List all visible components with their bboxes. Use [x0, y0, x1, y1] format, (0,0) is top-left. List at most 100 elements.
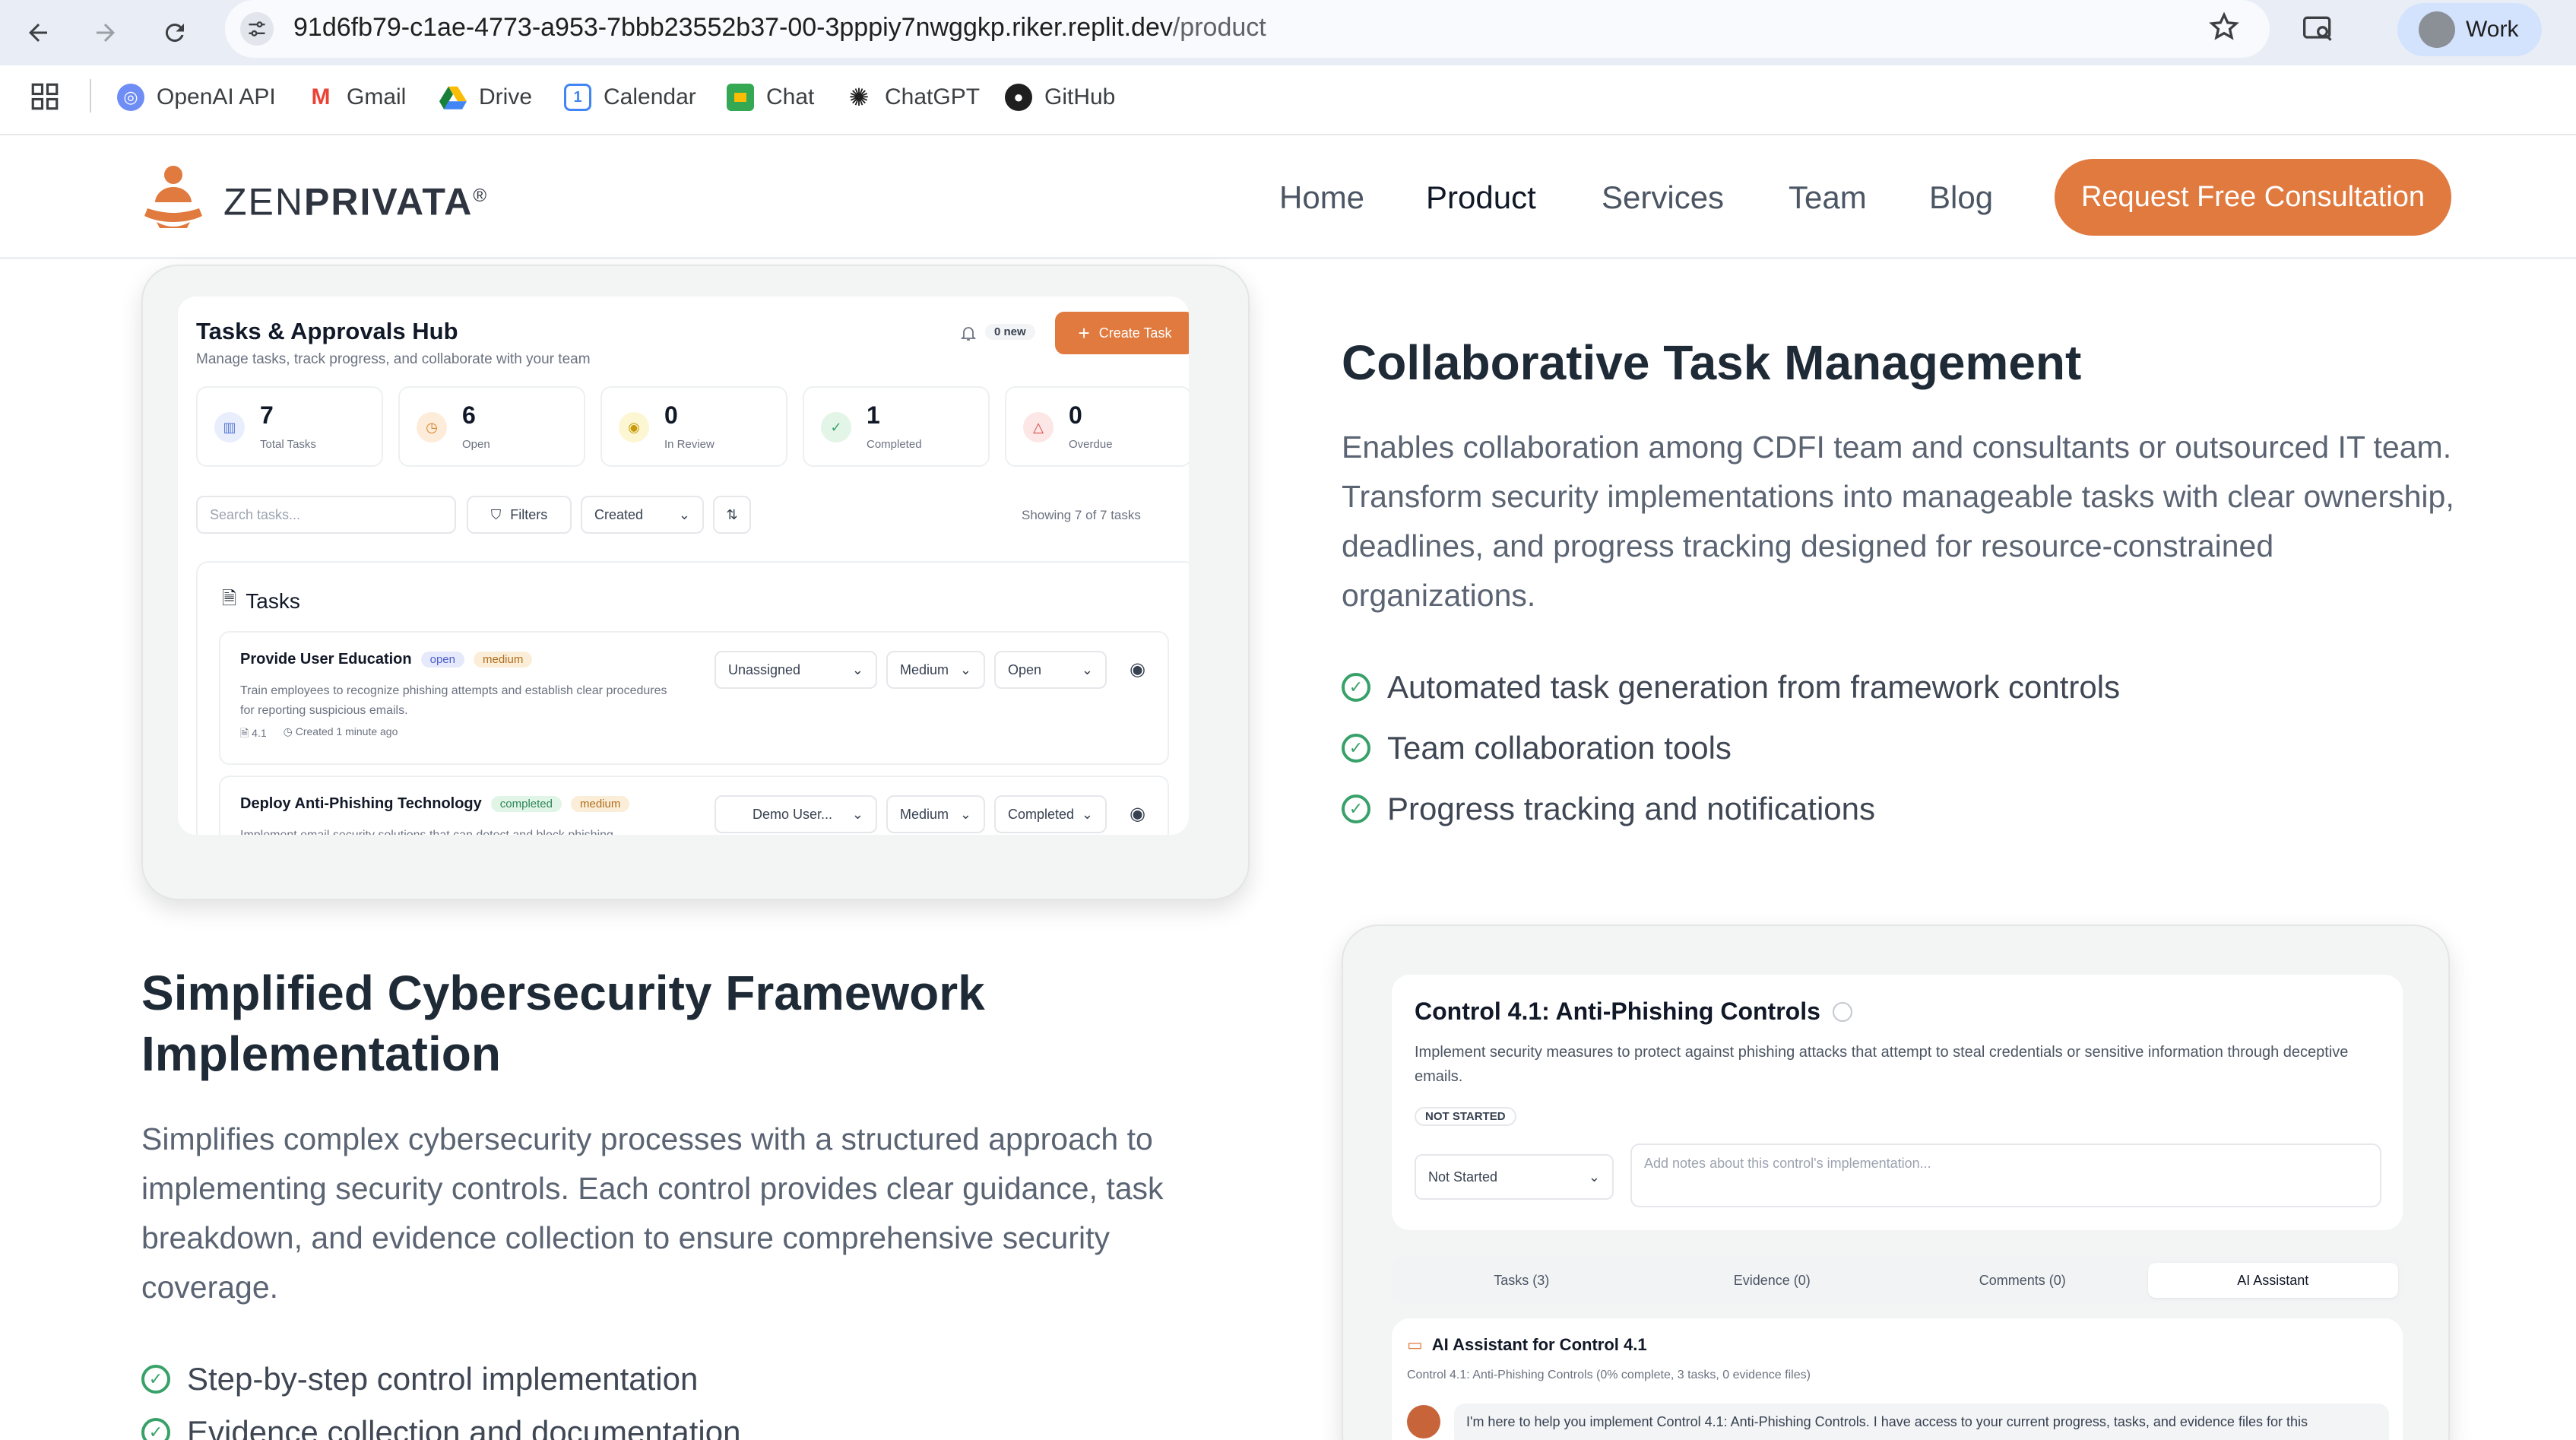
github-icon: ● — [1005, 84, 1032, 111]
stat-number: 0 — [664, 401, 678, 429]
alert-triangle-icon: △ — [1023, 412, 1054, 442]
stat-label: In Review — [664, 438, 714, 451]
status-circle-icon — [1832, 1001, 1852, 1022]
apps-grid-icon[interactable] — [29, 81, 61, 116]
bookmark-chat[interactable]: Chat — [727, 79, 814, 116]
ai-assistant-panel: ▭ AI Assistant for Control 4.1 Control 4… — [1392, 1318, 2403, 1440]
clock-icon: ◷ — [417, 412, 447, 442]
message-square-icon: ▭ — [1407, 1335, 1423, 1354]
zenprivata-logo[interactable]: ZENPRIVATA® — [223, 173, 488, 225]
tab-evidence[interactable]: Evidence (0) — [1647, 1273, 1898, 1289]
search-tasks-input[interactable]: Search tasks... — [196, 496, 456, 534]
search-tabs-icon[interactable] — [2302, 12, 2335, 49]
chat-icon — [727, 84, 754, 111]
assignee-select[interactable]: Demo User... ⌄ — [714, 795, 877, 833]
stat-total-tasks: ▥ 7 Total Tasks — [196, 386, 383, 467]
status-value: Open — [1008, 661, 1042, 677]
ai-assistant-title: AI Assistant for Control 4.1 — [1431, 1335, 1647, 1354]
nav-blog[interactable]: Blog — [1929, 178, 1993, 217]
reload-button[interactable] — [153, 11, 197, 55]
bell-icon[interactable] — [959, 324, 977, 346]
arrow-left-icon — [29, 24, 47, 42]
bookmark-star-icon[interactable] — [2207, 11, 2241, 48]
bookmark-drive[interactable]: Drive — [439, 79, 532, 116]
filters-button[interactable]: ⛉ Filters — [467, 496, 572, 534]
logo-bold: PRIVATA — [304, 180, 474, 224]
check-circle-icon: ✓ — [141, 1418, 170, 1440]
stat-open: ◷ 6 Open — [398, 386, 585, 467]
stat-in-review: ◉ 0 In Review — [600, 386, 787, 467]
bookmark-calendar[interactable]: 1 Calendar — [564, 79, 696, 116]
forward-button[interactable] — [84, 11, 128, 55]
nav-services[interactable]: Services — [1602, 178, 1724, 217]
check-circle-icon: ✓ — [1342, 734, 1370, 763]
stat-label: Completed — [867, 438, 922, 451]
gmail-icon: M — [307, 84, 334, 111]
tab-tasks[interactable]: Tasks (3) — [1396, 1273, 1647, 1289]
create-task-button[interactable]: + Create Task — [1055, 312, 1189, 354]
nav-home[interactable]: Home — [1279, 178, 1364, 217]
bookmark-label: ChatGPT — [885, 84, 981, 109]
bookmark-openai-api[interactable]: ◎ OpenAI API — [117, 79, 276, 116]
sort-order-button[interactable]: ⇅ — [713, 496, 751, 534]
tab-ai-assistant[interactable]: AI Assistant — [2147, 1263, 2398, 1298]
control-detail-screenshot: Control 4.1: Anti-Phishing Controls Impl… — [1342, 925, 2450, 1440]
tasks-list-title: Tasks — [246, 588, 300, 613]
chevron-down-icon: ⌄ — [1588, 1169, 1600, 1185]
section-body-task-management: Enables collaboration among CDFI team an… — [1342, 430, 2454, 613]
assignee-select[interactable]: Unassigned ⌄ — [714, 651, 877, 689]
notes-placeholder: Add notes about this control's implement… — [1644, 1156, 1931, 1171]
view-eye-icon[interactable]: ◉ — [1130, 803, 1145, 825]
stat-label: Open — [462, 438, 490, 451]
openai-icon: ◎ — [117, 84, 144, 111]
nav-product[interactable]: Product — [1426, 178, 1536, 217]
task-card[interactable]: Provide User Education open medium Train… — [219, 631, 1169, 765]
sort-select[interactable]: Created ⌄ — [581, 496, 704, 534]
check-circle-icon: ✓ — [1342, 795, 1370, 823]
control-tabs: Tasks (3) Evidence (0) Comments (0) AI A… — [1392, 1258, 2403, 1303]
bookmark-chatgpt[interactable]: ✺ ChatGPT — [845, 79, 980, 116]
feature-item: ✓ Automated task generation from framewor… — [1342, 666, 2120, 709]
calendar-icon: 1 — [564, 84, 591, 111]
bookmark-label: OpenAI API — [157, 84, 276, 109]
status-select[interactable]: Completed ⌄ — [994, 795, 1107, 833]
back-button[interactable] — [16, 11, 60, 55]
tab-comments[interactable]: Comments (0) — [1897, 1273, 2148, 1289]
created-time: ◷ Created 1 minute ago — [283, 725, 398, 737]
bookmark-github[interactable]: ● GitHub — [1005, 79, 1115, 116]
control-notes-textarea[interactable]: Add notes about this control's implement… — [1630, 1143, 2381, 1207]
feature-list-task-management: ✓ Automated task generation from framewor… — [1342, 666, 2120, 830]
profile-button[interactable]: Work — [2397, 3, 2542, 56]
nav-team[interactable]: Team — [1789, 178, 1867, 217]
request-consultation-button[interactable]: Request Free Consultation — [2055, 159, 2451, 236]
status-select[interactable]: Open ⌄ — [994, 651, 1107, 689]
stat-label: Total Tasks — [260, 438, 316, 451]
control-title: Control 4.1: Anti-Phishing Controls — [1415, 998, 1820, 1025]
priority-value: Medium — [900, 806, 949, 822]
create-task-label: Create Task — [1098, 325, 1172, 341]
status-value: Not Started — [1428, 1169, 1498, 1185]
feature-item: ✓ Evidence collection and documentation — [141, 1411, 740, 1440]
site-info-icon[interactable] — [240, 12, 274, 46]
priority-select[interactable]: Medium ⌄ — [886, 651, 985, 689]
ai-avatar — [1407, 1405, 1440, 1438]
eye-icon: ◉ — [619, 412, 649, 442]
check-circle-icon: ✓ — [141, 1365, 170, 1394]
stat-number: 6 — [462, 401, 476, 429]
bookmark-gmail[interactable]: M Gmail — [307, 79, 406, 116]
control-detail-panel: Control 4.1: Anti-Phishing Controls Impl… — [1392, 975, 2403, 1230]
view-eye-icon[interactable]: ◉ — [1130, 658, 1145, 680]
control-status-select[interactable]: Not Started ⌄ — [1415, 1154, 1614, 1200]
priority-select[interactable]: Medium ⌄ — [886, 795, 985, 833]
stat-number: 7 — [260, 401, 274, 429]
url-text[interactable]: 91d6fb79-c1ae-4773-a953-7bbb23552b37-00-… — [293, 11, 1266, 44]
url-path: /product — [1172, 13, 1266, 42]
feature-list-framework: ✓ Step-by-step control implementation ✓ Ev… — [141, 1358, 740, 1440]
sort-label: Created — [594, 506, 644, 522]
zenprivata-logo-icon[interactable] — [141, 163, 205, 233]
tasks-hub-screenshot: Tasks & Approvals Hub Manage tasks, trac… — [141, 265, 1250, 900]
filters-label: Filters — [510, 506, 548, 522]
tasks-hub-subtitle: Manage tasks, track progress, and collab… — [196, 351, 591, 367]
task-card[interactable]: Deploy Anti-Phishing Technology complete… — [219, 776, 1169, 835]
section-heading-task-management: Collaborative Task Management — [1342, 335, 2082, 390]
